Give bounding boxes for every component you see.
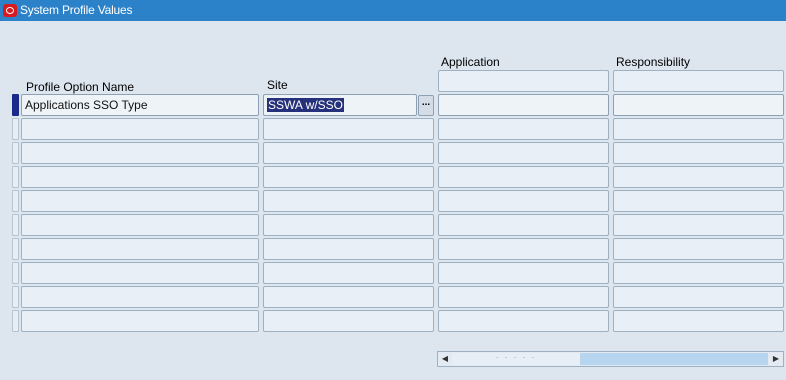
site-value-field[interactable]	[263, 310, 434, 332]
profile-option-name-field[interactable]	[21, 166, 259, 188]
profile-option-name-field-text: Applications SSO Type	[25, 98, 148, 112]
profile-option-name-field[interactable]	[21, 286, 259, 308]
record-indicator[interactable]	[12, 190, 19, 212]
record-indicator[interactable]	[12, 262, 19, 284]
record-indicator[interactable]	[12, 94, 19, 116]
responsibility-value-field[interactable]	[613, 286, 784, 308]
responsibility-value-field[interactable]	[613, 94, 784, 116]
header-application: Application	[441, 55, 500, 69]
responsibility-value-field[interactable]	[613, 166, 784, 188]
profile-option-name-field[interactable]	[21, 310, 259, 332]
scroll-left-arrow-icon[interactable]: ◀	[439, 353, 451, 365]
record-indicator[interactable]	[12, 286, 19, 308]
site-value-field[interactable]: SSWA w/SSO	[263, 94, 417, 116]
window-title: System Profile Values	[20, 3, 133, 17]
application-value-field[interactable]	[438, 262, 609, 284]
profile-option-name-field[interactable]	[21, 238, 259, 260]
profile-option-name-field[interactable]: Applications SSO Type	[21, 94, 259, 116]
oracle-icon[interactable]	[3, 4, 17, 17]
profile-option-name-field[interactable]	[21, 190, 259, 212]
profile-option-name-field[interactable]	[21, 118, 259, 140]
record-indicator[interactable]	[12, 142, 19, 164]
site-value-field[interactable]	[263, 286, 434, 308]
site-value-field[interactable]	[263, 166, 434, 188]
responsibility-site-level-field[interactable]	[613, 70, 784, 92]
application-value-field[interactable]	[438, 214, 609, 236]
site-value-field[interactable]	[263, 238, 434, 260]
record-indicator[interactable]	[12, 118, 19, 140]
application-value-field[interactable]	[438, 118, 609, 140]
profile-option-name-field[interactable]	[21, 262, 259, 284]
responsibility-value-field[interactable]	[613, 142, 784, 164]
scroll-thumb[interactable]: · · · · ·	[452, 353, 581, 365]
application-value-field[interactable]	[438, 94, 609, 116]
site-value-field[interactable]	[263, 190, 434, 212]
profile-option-name-field[interactable]	[21, 214, 259, 236]
site-value-field[interactable]	[263, 142, 434, 164]
window-titlebar: System Profile Values	[0, 0, 786, 21]
responsibility-value-field[interactable]	[613, 214, 784, 236]
record-indicator[interactable]	[12, 214, 19, 236]
horizontal-scrollbar[interactable]: ◀ · · · · · ▶	[437, 351, 784, 367]
application-value-field[interactable]	[438, 166, 609, 188]
site-value-field-text: SSWA w/SSO	[267, 98, 344, 112]
list-of-values-button[interactable]: ...	[418, 95, 434, 116]
site-value-field[interactable]	[263, 262, 434, 284]
responsibility-value-field[interactable]	[613, 238, 784, 260]
record-indicator[interactable]	[12, 310, 19, 332]
record-indicator[interactable]	[12, 238, 19, 260]
application-value-field[interactable]	[438, 238, 609, 260]
application-value-field[interactable]	[438, 310, 609, 332]
profile-option-name-field[interactable]	[21, 142, 259, 164]
responsibility-value-field[interactable]	[613, 310, 784, 332]
header-site: Site	[267, 78, 288, 92]
responsibility-value-field[interactable]	[613, 118, 784, 140]
record-indicator[interactable]	[12, 166, 19, 188]
application-value-field[interactable]	[438, 190, 609, 212]
application-value-field[interactable]	[438, 142, 609, 164]
scroll-track[interactable]	[580, 353, 768, 365]
site-value-field[interactable]	[263, 118, 434, 140]
scroll-right-arrow-icon[interactable]: ▶	[770, 353, 782, 365]
header-responsibility: Responsibility	[616, 55, 691, 69]
application-value-field[interactable]	[438, 286, 609, 308]
site-value-field[interactable]	[263, 214, 434, 236]
responsibility-value-field[interactable]	[613, 262, 784, 284]
application-site-level-field[interactable]	[438, 70, 609, 92]
responsibility-value-field[interactable]	[613, 190, 784, 212]
header-profile-option-name: Profile Option Name	[26, 80, 135, 94]
